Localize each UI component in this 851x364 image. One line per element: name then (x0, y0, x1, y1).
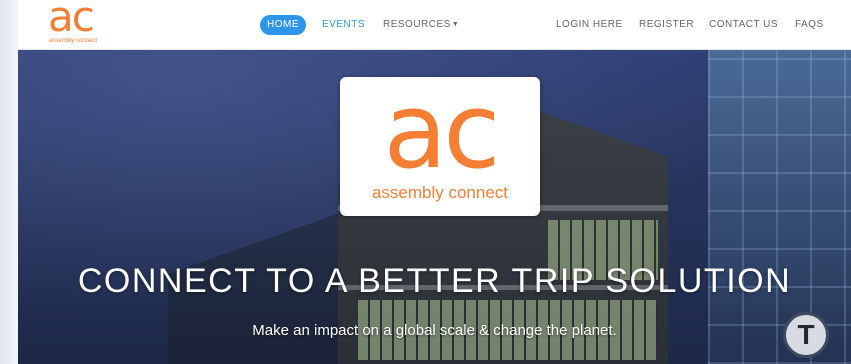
site-logo[interactable]: ac assembly connect (48, 0, 118, 46)
nav-events[interactable]: EVENTS (322, 15, 365, 35)
nav-resources-dropdown[interactable]: RESOURCES▼ (383, 15, 459, 35)
hero-subheadline: Make an impact on a global scale & chang… (252, 322, 617, 339)
caret-down-icon: ▼ (451, 21, 460, 28)
nav-resources-label: RESOURCES (383, 19, 451, 30)
hero-banner: T ac assembly connect CONNECT TO A BETTE… (18, 50, 851, 364)
logo-subtitle: assembly connect (49, 38, 98, 44)
hero-logo-subtitle: assembly connect (371, 183, 509, 202)
nav-faqs[interactable]: FAQS (795, 15, 824, 35)
nav-contact-us[interactable]: CONTACT US (709, 15, 778, 35)
nav-home[interactable]: HOME (260, 15, 306, 35)
top-navbar: ac assembly connect HOME EVENTS RESOURCE… (18, 0, 851, 50)
logo-mark: ac (48, 0, 95, 41)
nav-register[interactable]: REGISTER (639, 15, 694, 35)
hero-headline: CONNECT TO A BETTER TRIP SOLUTION (77, 262, 792, 300)
page-edge (0, 0, 18, 364)
hero-logo-card: ac assembly connect (340, 77, 540, 216)
tower-windows (708, 50, 851, 364)
hero-tower (708, 50, 851, 364)
nav-login[interactable]: LOGIN HERE (556, 15, 623, 35)
hero-logo-mark: ac (383, 70, 501, 192)
